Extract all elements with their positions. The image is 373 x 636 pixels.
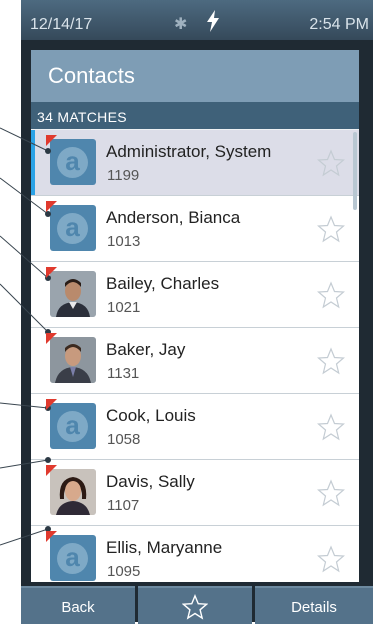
star-icon	[181, 594, 209, 620]
contact-extension: 1021	[107, 299, 141, 316]
app-logo-icon: a	[57, 147, 88, 178]
presence-flag-icon	[46, 135, 57, 146]
lightning-icon	[207, 10, 219, 32]
favorite-star-icon[interactable]	[317, 347, 345, 375]
favorites-button[interactable]	[138, 586, 252, 624]
contacts-screen: Contacts 34 MATCHES a Administrator, Sys…	[31, 50, 359, 582]
bottom-bar: Back Details	[21, 586, 373, 624]
app-logo-icon: a	[57, 411, 88, 442]
contact-list[interactable]: a Administrator, System 1199 a Anderson,…	[31, 130, 359, 582]
contact-name: Cook, Louis	[106, 406, 196, 425]
phone-device: 12/14/17 ✱ 2:54 PM Contacts 34 MATCHES a…	[21, 0, 373, 624]
bluetooth-icon: ✱	[174, 16, 188, 33]
contact-extension: 1058	[107, 431, 141, 448]
status-date: 12/14/17	[30, 16, 93, 33]
contact-name: Administrator, System	[106, 142, 272, 161]
contact-row[interactable]: Bailey, Charles 1021	[31, 262, 359, 328]
contact-name: Anderson, Bianca	[106, 208, 241, 227]
presence-flag-icon	[46, 531, 57, 542]
app-logo-icon: a	[57, 213, 88, 244]
contact-extension: 1199	[107, 167, 140, 184]
contact-extension: 1013	[107, 233, 141, 250]
contact-row[interactable]: a Anderson, Bianca 1013	[31, 196, 359, 262]
contact-row[interactable]: Baker, Jay 1131	[31, 328, 359, 394]
presence-flag-icon	[46, 399, 57, 410]
back-button[interactable]: Back	[21, 586, 135, 624]
favorite-star-icon[interactable]	[317, 545, 345, 573]
app-logo-icon: a	[57, 543, 88, 574]
list-scrollbar[interactable]	[353, 132, 357, 210]
details-button[interactable]: Details	[255, 586, 373, 624]
favorite-star-icon[interactable]	[317, 413, 345, 441]
matches-bar: 34 MATCHES	[31, 102, 359, 129]
contact-row[interactable]: Davis, Sally 1107	[31, 460, 359, 526]
contact-name: Ellis, Maryanne	[106, 538, 223, 557]
status-time: 2:54 PM	[309, 16, 369, 33]
contact-row[interactable]: a Ellis, Maryanne 1095	[31, 526, 359, 582]
favorite-star-icon[interactable]	[317, 281, 345, 309]
contact-row[interactable]: a Cook, Louis 1058	[31, 394, 359, 460]
contact-name: Baker, Jay	[106, 340, 186, 359]
contact-name: Bailey, Charles	[106, 274, 220, 293]
page-header: Contacts	[31, 50, 359, 102]
favorite-star-icon[interactable]	[317, 149, 345, 177]
contact-extension: 1131	[107, 365, 140, 382]
presence-flag-icon	[46, 333, 57, 344]
contact-extension: 1095	[107, 563, 141, 580]
favorite-star-icon[interactable]	[317, 215, 345, 243]
presence-flag-icon	[46, 465, 57, 476]
contact-name: Davis, Sally	[106, 472, 195, 491]
contact-extension: 1107	[107, 497, 140, 514]
page-title: Contacts	[48, 63, 135, 88]
presence-flag-icon	[46, 201, 57, 212]
matches-count: 34 MATCHES	[37, 109, 127, 125]
presence-flag-icon	[46, 267, 57, 278]
favorite-star-icon[interactable]	[317, 479, 345, 507]
contact-row[interactable]: a Administrator, System 1199	[31, 130, 359, 196]
status-bar: 12/14/17 ✱ 2:54 PM	[21, 0, 373, 40]
